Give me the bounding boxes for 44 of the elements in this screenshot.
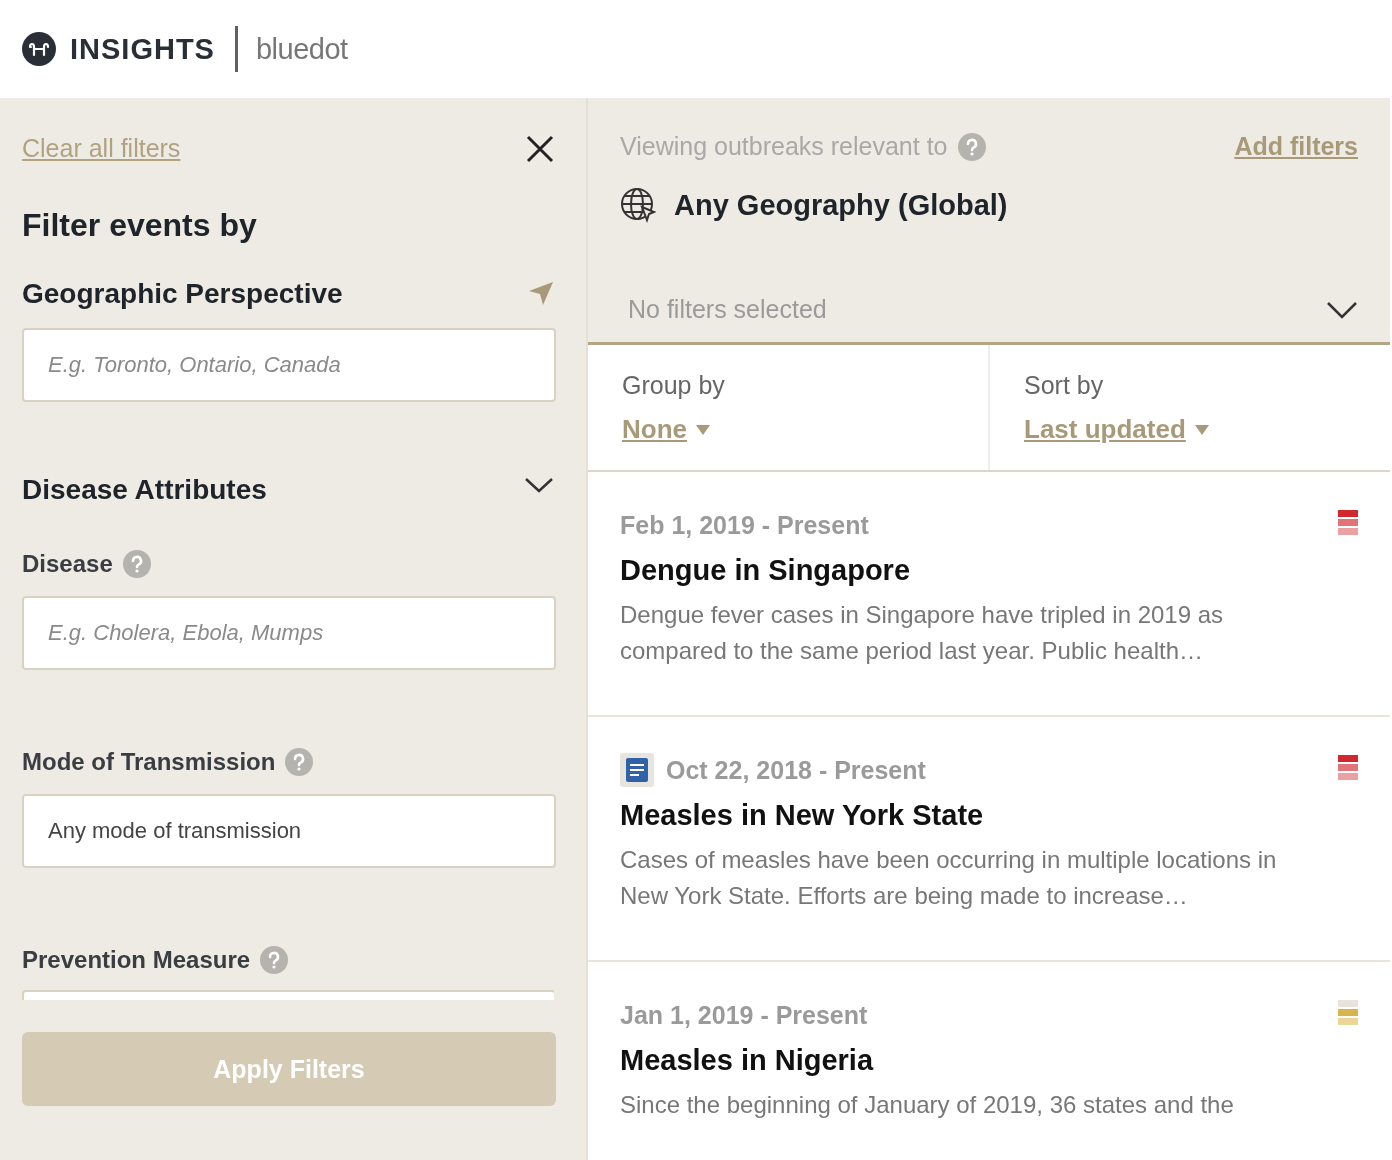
event-title[interactable]: Measles in New York State bbox=[620, 799, 1358, 832]
sort-by-dropdown[interactable]: Last updated bbox=[1024, 414, 1210, 445]
caret-icon bbox=[1193, 423, 1210, 436]
section-heading: Geographic Perspective bbox=[22, 278, 343, 310]
group-by-dropdown[interactable]: None bbox=[622, 414, 711, 445]
field-label: Mode of Transmission bbox=[22, 748, 276, 776]
logo-text: INSIGHTS bbox=[70, 32, 215, 66]
section-heading: Disease Attributes bbox=[22, 474, 267, 506]
document-icon[interactable] bbox=[620, 753, 654, 787]
add-filters-link[interactable]: Add filters bbox=[1234, 132, 1358, 161]
globe-icon bbox=[620, 187, 656, 223]
event-date: Feb 1, 2019 - Present bbox=[620, 510, 869, 540]
logo-icon bbox=[22, 32, 56, 66]
field-label: Disease bbox=[22, 550, 113, 578]
viewing-label: Viewing outbreaks relevant to bbox=[620, 132, 948, 161]
location-arrow-icon[interactable] bbox=[528, 281, 554, 307]
geography-name: Any Geography (Global) bbox=[674, 188, 1008, 222]
input-field[interactable]: Any mode of transmission bbox=[22, 794, 556, 868]
clear-filters-link[interactable]: Clear all filters bbox=[22, 134, 181, 163]
panel-title: Filter events by bbox=[22, 207, 258, 244]
risk-level-icon bbox=[1338, 1000, 1358, 1025]
event-title[interactable]: Dengue in Singapore bbox=[620, 554, 1358, 587]
brand-name: bluedot bbox=[255, 32, 348, 66]
event-summary: Cases of measles have been occurring in multiple locations in New York State. Efforts are being made to increase… bbox=[620, 845, 1278, 911]
event-date: Jan 1, 2019 - Present bbox=[620, 1000, 868, 1030]
help-icon[interactable] bbox=[957, 132, 986, 161]
help-icon[interactable] bbox=[260, 946, 289, 974]
sort-by-label: Sort by bbox=[1024, 371, 1105, 400]
help-icon[interactable] bbox=[285, 748, 314, 776]
event-summary: Since the beginning of January of 2019, 36 states and the bbox=[620, 1090, 1235, 1120]
risk-level-icon bbox=[1338, 755, 1358, 780]
close-icon[interactable] bbox=[526, 134, 554, 163]
location-input-field[interactable]: E.g. Toronto, Ontario, Canada bbox=[22, 328, 556, 402]
input-field[interactable]: E.g. Cholera, Ebola, Mumps bbox=[22, 596, 556, 670]
event-summary: Dengue fever cases in Singapore have tripled in 2019 as compared to the same period last year. Public health… bbox=[620, 600, 1225, 666]
group-by-label: Group by bbox=[622, 371, 726, 400]
filters-dropdown[interactable]: No filters selected bbox=[620, 295, 1358, 324]
help-icon[interactable] bbox=[122, 550, 151, 578]
field-label: Prevention Measure bbox=[22, 946, 251, 974]
chevron-icon[interactable] bbox=[1326, 299, 1358, 320]
event-title[interactable]: Measles in Nigeria bbox=[620, 1044, 1358, 1077]
caret-icon bbox=[695, 423, 711, 436]
event-date: Oct 22, 2018 - Present bbox=[666, 755, 926, 785]
risk-level-icon bbox=[1338, 510, 1358, 535]
